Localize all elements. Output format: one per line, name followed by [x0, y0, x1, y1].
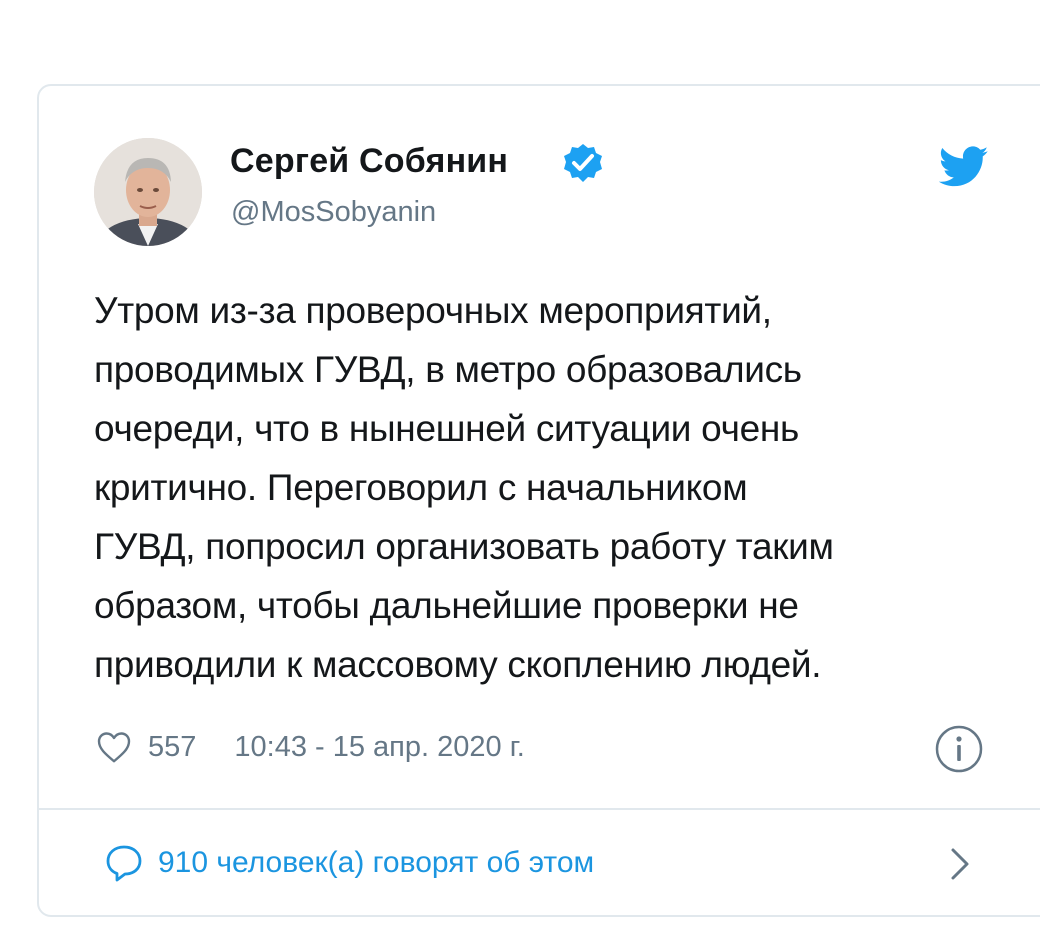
- tweet-card: Сергей Собянин @MosSobyanin Утром из-за …: [37, 84, 1040, 917]
- heart-icon[interactable]: [96, 730, 132, 764]
- tweet-text: Утром из-за проверочных мероприятий, про…: [94, 290, 834, 685]
- tweet-timestamp[interactable]: 10:43 - 15 апр. 2020 г.: [234, 731, 524, 764]
- conversation-label[interactable]: 910 человек(а) говорят об этом: [158, 846, 594, 880]
- comment-icon: [106, 845, 142, 882]
- avatar[interactable]: [94, 138, 202, 246]
- like-count[interactable]: 557: [148, 731, 196, 764]
- twitter-bird-icon[interactable]: [939, 146, 989, 188]
- verified-badge-icon: [564, 144, 602, 182]
- author-handle[interactable]: @MosSobyanin: [231, 196, 436, 229]
- chevron-right-icon[interactable]: [945, 847, 975, 881]
- footer-divider: [39, 808, 1040, 810]
- info-icon[interactable]: [934, 724, 984, 774]
- author-name[interactable]: Сергей Собянин: [230, 142, 508, 181]
- tweet-meta: 557 10:43 - 15 апр. 2020 г.: [96, 726, 525, 768]
- conversation-link[interactable]: 910 человек(а) говорят об этом: [104, 838, 594, 888]
- avatar-photo: [94, 138, 202, 246]
